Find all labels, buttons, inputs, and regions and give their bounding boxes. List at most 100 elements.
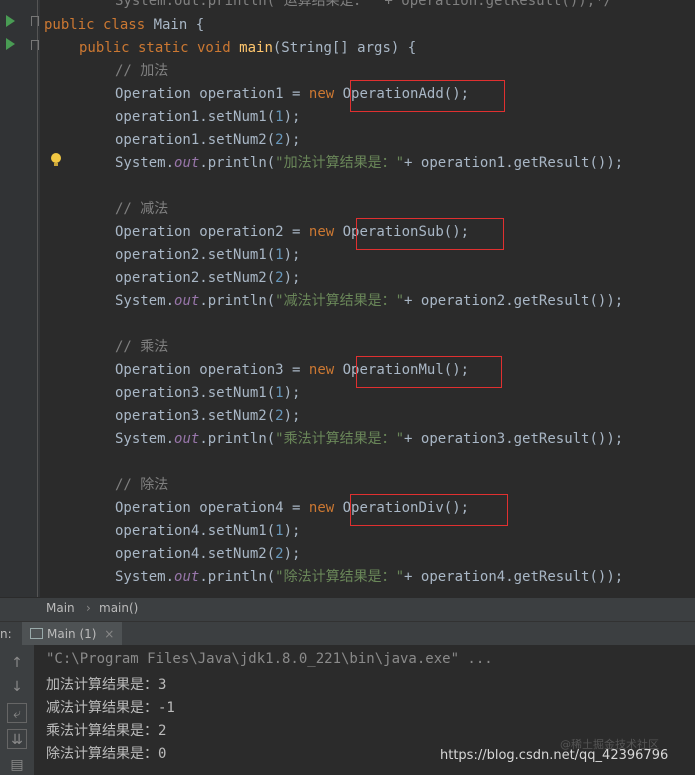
code-line-comment: // 减法 [115,198,168,221]
tab-label: Main (1) [47,627,97,641]
code-token: = [283,362,309,378]
highlight-box [350,494,508,526]
breadcrumb: Main › main() [0,597,695,621]
variable-name: operation4 [199,500,284,516]
code-token: ); [283,247,301,263]
method-call: .println( [199,431,276,447]
console-output-line: 加法计算结果是：3 [46,677,167,693]
params: (String[] args) { [272,40,417,56]
method-call: .setNum2( [199,132,276,148]
code-line-setnum1: operation4.setNum1(1); [115,520,300,543]
number: 1 [275,109,284,125]
variable-name: operation2 [115,270,200,286]
number: 1 [275,385,284,401]
code-token: + [404,431,421,447]
scroll-up-icon[interactable]: ↑ [7,653,27,673]
scroll-down-icon[interactable]: ↓ [7,677,27,697]
keyword: new [308,224,343,240]
variable-name: operation3 [420,431,506,447]
breadcrumb-method[interactable]: main() [99,601,138,615]
code-token: ); [283,109,301,125]
number: 2 [275,546,284,562]
code-line-comment: // 加法 [115,60,168,83]
variable-name: operation1 [199,86,284,102]
variable-name: operation1 [420,155,506,171]
method-call: .setNum2( [199,270,276,286]
method-call: .setNum1( [199,247,276,263]
method-name: main [239,40,273,56]
csdn-watermark: https://blog.csdn.net/qq_42396796 [440,748,669,763]
run-main-icon[interactable] [6,38,15,50]
type-name: Operation [115,362,200,378]
run-class-icon[interactable] [6,15,15,27]
code-line-class: public class Main { [44,14,204,37]
code-line-setnum2: operation4.setNum2(2); [115,543,300,566]
console-output-line: 除法计算结果是：0 [46,746,167,762]
tab-close-icon[interactable]: × [104,627,114,641]
string-literal: "减法计算结果是：" [275,293,405,309]
keyword: public class [44,17,154,33]
variable-name: operation3 [115,408,200,424]
method-call: .println( [199,569,276,585]
tab-main-run[interactable]: Main (1) × [22,622,123,646]
method-call: .println( [199,293,276,309]
code-token: + [404,293,421,309]
breadcrumb-separator: › [86,601,91,615]
soft-wrap-icon[interactable]: ⤶ [7,703,27,723]
number: 2 [275,270,284,286]
console-toolbar: ↑ ↓ ⤶ ⇊ ▤ [0,645,34,775]
method-call: .getResult()); [505,293,624,309]
code-token: System. [115,569,175,585]
variable-name: operation1 [115,109,200,125]
method-call: .setNum2( [199,408,276,424]
method-call: .getResult()); [505,155,624,171]
fold-marker-icon[interactable] [31,16,39,26]
variable-name: operation2 [420,293,506,309]
string-literal: "除法计算结果是：" [275,569,405,585]
lightbulb-icon[interactable] [51,153,61,166]
breadcrumb-class[interactable]: Main [46,601,75,615]
method-call: .getResult()); [505,431,624,447]
keyword: new [308,500,343,516]
variable-name: operation2 [115,247,200,263]
code-editor[interactable]: System.out.println("运算结果是：" + operation.… [0,0,695,597]
code-comment: // 减法 [115,201,169,217]
code-token: ); [283,132,301,148]
console-command-line: "C:\Program Files\Java\jdk1.8.0_221\bin\… [46,651,493,667]
number: 2 [275,132,284,148]
type-name: Operation [115,224,200,240]
variable-name: operation1 [115,132,200,148]
variable-name: operation4 [115,523,200,539]
fold-marker-icon[interactable] [31,40,39,50]
run-tool-window-header: n: Main (1) × [0,621,695,646]
code-line-println: System.out.println("除法计算结果是："+ operation… [115,566,623,589]
variable-name: operation3 [115,385,200,401]
code-token: System. [115,293,175,309]
code-line-setnum1: operation3.setNum1(1); [115,382,300,405]
method-call: .setNum2( [199,546,276,562]
code-line-comment: // 除法 [115,474,168,497]
code-line-setnum2: operation1.setNum2(2); [115,129,300,152]
code-line-println: System.out.println("加法计算结果是："+ operation… [115,152,623,175]
code-token: ); [283,408,301,424]
method-call: .setNum1( [199,109,276,125]
code-line-println: System.out.println("减法计算结果是："+ operation… [115,290,623,313]
type-name: Operation [115,500,200,516]
code-line-setnum1: operation1.setNum1(1); [115,106,300,129]
code-token: System. [115,431,175,447]
code-token: = [283,224,309,240]
code-line-main: public static void main(String[] args) { [79,37,416,60]
type-name: Operation [115,86,200,102]
scroll-to-end-icon[interactable]: ⇊ [7,729,27,749]
code-comment: // 乘法 [115,339,169,355]
highlight-box [356,218,504,250]
code-token: + [404,155,421,171]
variable-name: operation4 [115,546,200,562]
console-output-line: 乘法计算结果是：2 [46,723,167,739]
method-call: .println( [199,155,276,171]
keyword: public static void [79,40,240,56]
code-token: = [283,500,309,516]
print-icon[interactable]: ▤ [7,755,27,775]
method-call: .getResult()); [505,569,624,585]
code-token: ); [283,385,301,401]
